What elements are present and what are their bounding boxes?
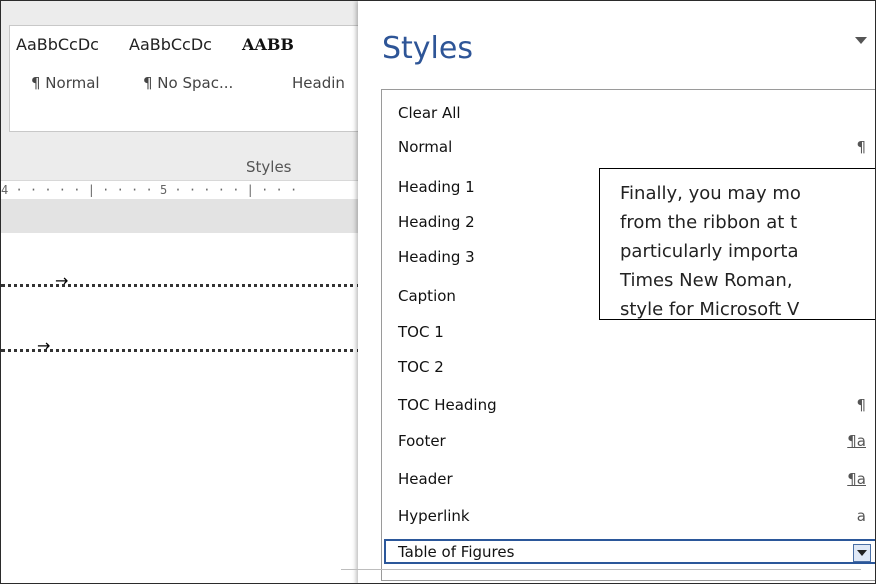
style-item-footer[interactable]: Footer: [398, 432, 446, 450]
style-item-heading-3[interactable]: Heading 3: [398, 248, 475, 266]
pane-bottom-border: [341, 569, 861, 570]
ruler-band: [1, 199, 361, 233]
callout-line: Finally, you may mo: [620, 183, 801, 204]
tab-leader-line: [1, 349, 361, 352]
callout-line: from the ribbon at t: [620, 212, 798, 233]
tab-arrow-icon: →: [37, 336, 51, 355]
linked-style-icon: ¶a: [847, 432, 866, 450]
paragraph-mark-icon: ¶: [856, 396, 866, 414]
ribbon-group-label: Styles: [246, 158, 292, 176]
chevron-down-icon[interactable]: [855, 37, 867, 44]
style-sample-heading[interactable]: AABB: [242, 35, 294, 54]
linked-style-icon: ¶a: [847, 470, 866, 488]
character-style-icon: a: [856, 507, 866, 525]
style-name-heading: Headin: [292, 74, 345, 92]
style-name-normal: ¶ Normal: [31, 74, 100, 92]
callout-line: style for Microsoft V: [620, 299, 800, 320]
style-sample-no-spacing[interactable]: AaBbCcDc: [129, 35, 212, 54]
pane-title: Styles: [382, 31, 473, 66]
dropdown-arrow-icon: [857, 550, 867, 556]
style-item-toc-2[interactable]: TOC 2: [398, 358, 444, 376]
style-item-heading-1[interactable]: Heading 1: [398, 178, 475, 196]
ruler-text: 4 · · · · · | · · · · 5 · · · · · | · · …: [1, 183, 298, 197]
style-item-toc-heading[interactable]: TOC Heading: [398, 396, 497, 414]
style-name-no-spacing: ¶ No Spac...: [143, 74, 234, 92]
style-sample-normal[interactable]: AaBbCcDc: [16, 35, 99, 54]
style-item-heading-2[interactable]: Heading 2: [398, 213, 475, 231]
style-dropdown-button[interactable]: [853, 544, 871, 562]
callout-line: Times New Roman,: [620, 270, 793, 291]
style-item-header[interactable]: Header: [398, 470, 453, 488]
callout-box: Finally, you may mo from the ribbon at t…: [599, 168, 875, 320]
style-item-toc-1[interactable]: TOC 1: [398, 323, 444, 341]
style-item-clear-all[interactable]: Clear All: [398, 104, 461, 122]
style-item-hyperlink[interactable]: Hyperlink: [398, 507, 470, 525]
styles-list: Clear All Normal ¶ Heading 1 Heading 2 H…: [381, 89, 875, 581]
ruler[interactable]: 4 · · · · · | · · · · 5 · · · · · | · · …: [1, 180, 361, 199]
paragraph-mark-icon: ¶: [856, 138, 866, 156]
tab-arrow-icon: →: [55, 271, 69, 290]
style-item-caption[interactable]: Caption: [398, 287, 456, 305]
callout-line: particularly importa: [620, 241, 799, 262]
style-item-normal[interactable]: Normal: [398, 138, 452, 156]
style-item-table-of-figures[interactable]: Table of Figures: [398, 543, 514, 561]
screenshot-frame: AaBbCcDc AaBbCcDc AABB ¶ Normal ¶ No Spa…: [0, 0, 876, 584]
